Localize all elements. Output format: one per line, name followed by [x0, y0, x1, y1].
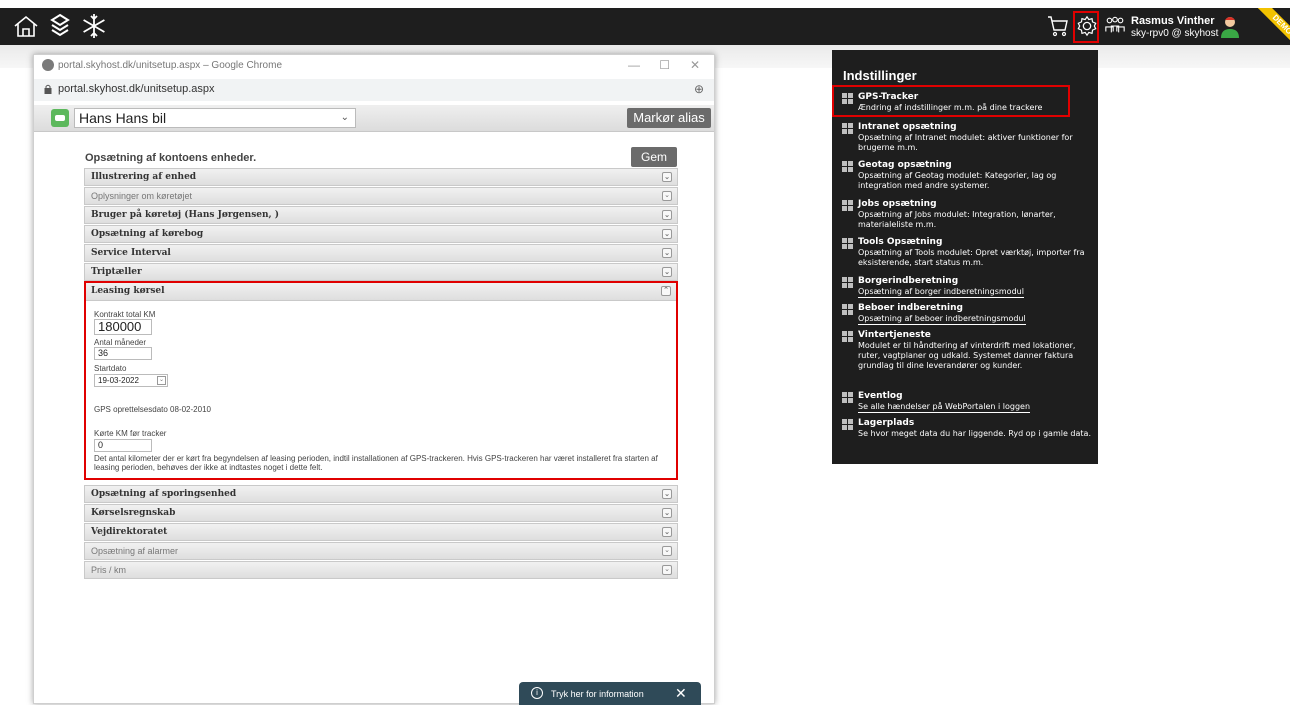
accordion-bottom: Opsætning af sporingsenhed ⌄ Kørselsregns…	[84, 485, 678, 580]
grid-icon	[842, 200, 853, 211]
chevron-down-icon[interactable]: ⌄	[662, 267, 672, 277]
months-label: Antal måneder	[94, 338, 147, 347]
url-text[interactable]: portal.skyhost.dk/unitsetup.aspx	[58, 83, 215, 95]
chevron-down-icon[interactable]: ⌄	[662, 229, 672, 239]
settings-item-tools[interactable]: Tools Opsætning Opsætning af Tools modul…	[842, 237, 1094, 271]
car-icon	[51, 109, 69, 127]
chevron-down-icon[interactable]: ⌄	[662, 546, 672, 556]
settings-item-intranet[interactable]: Intranet opsætning Opsætning af Intranet…	[842, 122, 1094, 156]
address-bar[interactable]: portal.skyhost.dk/unitsetup.aspx ⊕	[34, 79, 714, 101]
gps-created-date: GPS oprettelsesdato 08-02-2010	[94, 405, 211, 414]
chevron-up-icon[interactable]: ⌃	[661, 286, 671, 296]
close-icon[interactable]: ✕	[675, 685, 687, 702]
gear-highlight	[1073, 11, 1099, 43]
snowflake-icon[interactable]	[80, 12, 108, 40]
window-title: portal.skyhost.dk/unitsetup.aspx – Googl…	[58, 60, 283, 71]
info-pill[interactable]: i Tryk her for information ✕	[519, 682, 701, 705]
chevron-down-icon[interactable]: ⌄	[662, 248, 672, 258]
accordion-item[interactable]: Kørselsregnskab ⌄	[84, 504, 678, 522]
info-icon: i	[531, 687, 543, 699]
chevron-down-icon[interactable]: ⌄	[662, 527, 672, 537]
leasing-section: Leasing kørsel ⌃ Kontrakt total KM 180000…	[84, 281, 678, 480]
save-button[interactable]: Gem	[631, 147, 677, 167]
contract-km-label: Kontrakt total KM	[94, 310, 156, 319]
accordion-item[interactable]: Service Interval ⌄	[84, 244, 678, 262]
info-text[interactable]: Tryk her for information	[551, 689, 644, 699]
contract-km-input[interactable]: 180000	[94, 319, 152, 335]
accordion-item[interactable]: Illustrering af enhed ⌄	[84, 168, 678, 186]
setup-title: Opsætning af kontoens enheder.	[85, 152, 257, 164]
accordion-item[interactable]: Bruger på køretøj (Hans Jørgensen, ) ⌄	[84, 206, 678, 224]
months-input[interactable]: 36	[94, 347, 152, 360]
accordion-item[interactable]: Opsætning af sporingsenhed ⌄	[84, 485, 678, 503]
minimize-button[interactable]: —	[628, 58, 640, 72]
settings-item-lagerplads[interactable]: Lagerplads Se hvor meget data du har lig…	[842, 418, 1094, 452]
start-date-select[interactable]: 19-03-2022 ⌄	[94, 374, 168, 387]
layers-icon[interactable]	[46, 12, 74, 40]
chevron-down-icon: ⌄	[157, 376, 166, 385]
accordion-item-leasing[interactable]: Leasing kørsel ⌃	[86, 283, 676, 301]
accordion-item[interactable]: Pris / km ⌄	[84, 561, 678, 579]
grid-icon	[842, 123, 853, 134]
settings-item-borgerindberetning[interactable]: Borgerindberetning Opsætning af borger i…	[842, 276, 1094, 300]
chevron-down-icon[interactable]: ⌄	[662, 210, 672, 220]
settings-title: Indstillinger	[843, 68, 917, 83]
grid-icon	[842, 331, 853, 342]
accordion-item[interactable]: Triptæller ⌄	[84, 263, 678, 281]
accordion-item[interactable]: Opsætning af kørebog ⌄	[84, 225, 678, 243]
settings-item-beboer[interactable]: Beboer indberetning Opsætning af beboer …	[842, 303, 1094, 327]
maximize-button[interactable]: ☐	[659, 58, 670, 72]
driven-km-note: Det antal kilometer der er kørt fra begy…	[94, 454, 658, 472]
start-date-value: 19-03-2022	[98, 376, 139, 385]
settings-item-jobs[interactable]: Jobs opsætning Opsætning af Jobs modulet…	[842, 199, 1094, 233]
home-icon[interactable]	[12, 12, 40, 40]
grid-icon	[842, 238, 853, 249]
settings-item-eventlog[interactable]: Eventlog Se alle hændelser på WebPortale…	[842, 391, 1094, 415]
favicon-icon	[42, 59, 54, 71]
chevron-down-icon[interactable]: ⌄	[662, 191, 672, 201]
grid-icon	[842, 392, 853, 403]
users-icon[interactable]	[1104, 15, 1126, 37]
user-name[interactable]: Rasmus Vinther	[1131, 15, 1215, 27]
gps-tracker-highlight	[832, 85, 1070, 117]
user-avatar-icon[interactable]	[1219, 14, 1241, 38]
zoom-icon[interactable]: ⊕	[694, 82, 704, 96]
accordion-item[interactable]: Opsætning af alarmer ⌄	[84, 542, 678, 560]
chevron-down-icon[interactable]: ⌄	[662, 565, 672, 575]
accordion-item[interactable]: Oplysninger om køretøjet ⌄	[84, 187, 678, 205]
lock-icon	[44, 84, 52, 94]
user-account: sky-rpv0 @ skyhost	[1131, 28, 1219, 39]
cart-icon[interactable]	[1046, 14, 1070, 38]
grid-icon	[842, 161, 853, 172]
unit-select-value: Hans Hans bil	[79, 110, 167, 126]
unit-select[interactable]: Hans Hans bil ⌄	[74, 108, 356, 128]
settings-item-vintertjeneste[interactable]: Vintertjeneste Modulet er til håndtering…	[842, 330, 1094, 386]
driven-km-label: Kørte KM før tracker	[94, 429, 167, 438]
close-button[interactable]: ✕	[690, 58, 700, 72]
grid-icon	[842, 419, 853, 430]
driven-km-input[interactable]: 0	[94, 439, 152, 452]
grid-icon	[842, 304, 853, 315]
unit-bar: Hans Hans bil ⌄ Markør alias	[34, 105, 714, 132]
chevron-down-icon[interactable]: ⌄	[662, 172, 672, 182]
accordion-top: Illustrering af enhed ⌄ Oplysninger om kø…	[84, 168, 678, 282]
marker-alias-button[interactable]: Markør alias	[627, 108, 711, 128]
settings-item-geotag[interactable]: Geotag opsætning Opsætning af Geotag mod…	[842, 160, 1094, 194]
demo-ribbon: DEMO	[1258, 8, 1290, 45]
start-date-label: Startdato	[94, 364, 127, 373]
chevron-down-icon[interactable]: ⌄	[662, 489, 672, 499]
browser-popup: portal.skyhost.dk/unitsetup.aspx – Googl…	[33, 54, 715, 705]
chevron-down-icon: ⌄	[340, 112, 349, 123]
accordion-item[interactable]: Vejdirektoratet ⌄	[84, 523, 678, 541]
window-titlebar: portal.skyhost.dk/unitsetup.aspx – Googl…	[34, 55, 714, 77]
grid-icon	[842, 277, 853, 288]
chevron-down-icon[interactable]: ⌄	[662, 508, 672, 518]
